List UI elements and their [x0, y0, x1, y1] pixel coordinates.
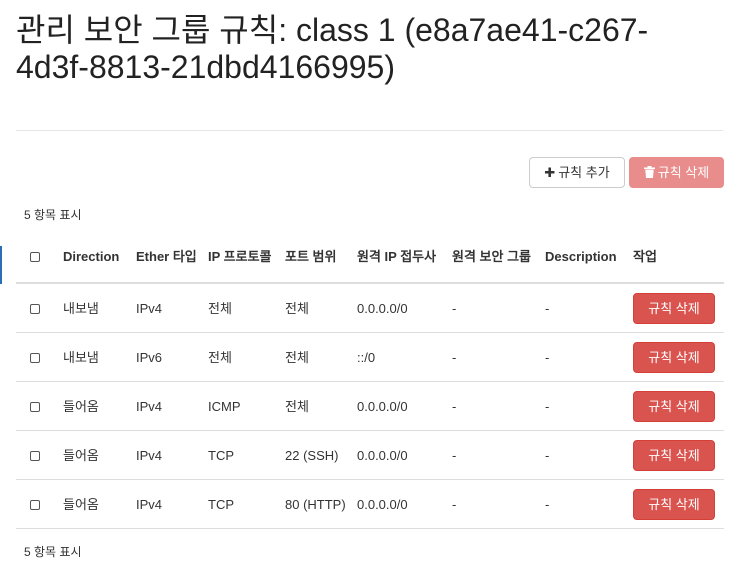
- delete-rules-button[interactable]: 규칙 삭제: [629, 157, 724, 188]
- cell-port-range: 전체: [281, 332, 353, 382]
- cell-actions: 규칙 삭제: [629, 283, 724, 333]
- select-all-cell: [16, 230, 59, 284]
- cell-direction: 내보냄: [59, 332, 132, 382]
- table-row: 내보냄 IPv6 전체 전체 ::/0 - - 규칙 삭제: [16, 332, 724, 382]
- row-checkbox[interactable]: [30, 451, 40, 462]
- cell-port-range: 22 (SSH): [281, 430, 353, 480]
- row-select-cell: [16, 479, 59, 529]
- cell-direction: 들어옴: [59, 430, 132, 480]
- cell-direction: 들어옴: [59, 479, 132, 529]
- table-row: 내보냄 IPv4 전체 전체 0.0.0.0/0 - - 규칙 삭제: [16, 283, 724, 333]
- add-rule-label: 규칙 추가: [558, 165, 610, 180]
- item-count-top: 5 항목 표시: [24, 208, 82, 222]
- cell-direction: 내보냄: [59, 283, 132, 333]
- cell-port-range: 80 (HTTP): [281, 479, 353, 529]
- header-port-range[interactable]: 포트 범위: [281, 230, 353, 284]
- delete-rule-button[interactable]: 규칙 삭제: [633, 390, 715, 422]
- select-all-checkbox[interactable]: [30, 252, 40, 263]
- rules-table: Direction Ether 타입 IP 프로토콜 포트 범위 원격 IP 접…: [16, 230, 724, 529]
- cell-remote-security-group: -: [448, 430, 541, 480]
- cell-ip-protocol: 전체: [204, 283, 281, 333]
- delete-rule-button[interactable]: 규칙 삭제: [633, 439, 715, 471]
- cell-remote-security-group: -: [448, 283, 541, 333]
- cell-ether-type: IPv6: [132, 332, 204, 382]
- row-checkbox[interactable]: [30, 500, 40, 511]
- cell-direction: 들어옴: [59, 381, 132, 431]
- cell-description: -: [541, 479, 629, 529]
- header-remote-security-group[interactable]: 원격 보안 그룹: [448, 230, 541, 284]
- plus-icon: ✚: [544, 165, 556, 180]
- trash-icon: [643, 166, 655, 179]
- add-rule-button[interactable]: ✚ 규칙 추가: [529, 157, 625, 188]
- header-description[interactable]: Description: [541, 230, 629, 284]
- row-checkbox[interactable]: [30, 304, 40, 315]
- cell-description: -: [541, 283, 629, 333]
- table-row: 들어옴 IPv4 TCP 80 (HTTP) 0.0.0.0/0 - - 규칙 …: [16, 479, 724, 529]
- delete-rule-button[interactable]: 규칙 삭제: [633, 341, 715, 373]
- cell-port-range: 전체: [281, 283, 353, 333]
- cell-actions: 규칙 삭제: [629, 430, 724, 480]
- header-direction[interactable]: Direction: [59, 230, 132, 284]
- cell-remote-ip-prefix: 0.0.0.0/0: [353, 283, 448, 333]
- title-divider: [16, 130, 723, 131]
- cell-remote-ip-prefix: ::/0: [353, 332, 448, 382]
- cell-actions: 규칙 삭제: [629, 479, 724, 529]
- row-select-cell: [16, 283, 59, 333]
- cell-ether-type: IPv4: [132, 283, 204, 333]
- cell-description: -: [541, 332, 629, 382]
- cell-ether-type: IPv4: [132, 381, 204, 431]
- table-header-row: Direction Ether 타입 IP 프로토콜 포트 범위 원격 IP 접…: [16, 230, 724, 284]
- cell-ip-protocol: TCP: [204, 430, 281, 480]
- header-ip-protocol[interactable]: IP 프로토콜: [204, 230, 281, 284]
- cell-actions: 규칙 삭제: [629, 381, 724, 431]
- cell-description: -: [541, 430, 629, 480]
- header-ether-type[interactable]: Ether 타입: [132, 230, 204, 284]
- table-row: 들어옴 IPv4 ICMP 전체 0.0.0.0/0 - - 규칙 삭제: [16, 381, 724, 431]
- cell-ip-protocol: ICMP: [204, 381, 281, 431]
- cell-actions: 규칙 삭제: [629, 332, 724, 382]
- table-row: 들어옴 IPv4 TCP 22 (SSH) 0.0.0.0/0 - - 규칙 삭…: [16, 430, 724, 480]
- row-checkbox[interactable]: [30, 402, 40, 413]
- cell-ether-type: IPv4: [132, 479, 204, 529]
- left-accent-bar: [0, 246, 2, 284]
- cell-remote-ip-prefix: 0.0.0.0/0: [353, 479, 448, 529]
- cell-port-range: 전체: [281, 381, 353, 431]
- cell-remote-ip-prefix: 0.0.0.0/0: [353, 381, 448, 431]
- page-title: 관리 보안 그룹 규칙: class 1 (e8a7ae41-c267-4d3f…: [16, 12, 649, 85]
- cell-ip-protocol: 전체: [204, 332, 281, 382]
- cell-ether-type: IPv4: [132, 430, 204, 480]
- row-select-cell: [16, 430, 59, 480]
- cell-ip-protocol: TCP: [204, 479, 281, 529]
- delete-rule-button[interactable]: 규칙 삭제: [633, 488, 715, 520]
- cell-remote-security-group: -: [448, 332, 541, 382]
- delete-rules-label: 규칙 삭제: [657, 165, 710, 180]
- cell-description: -: [541, 381, 629, 431]
- cell-remote-security-group: -: [448, 479, 541, 529]
- delete-rule-button[interactable]: 규칙 삭제: [633, 292, 715, 324]
- header-remote-ip-prefix[interactable]: 원격 IP 접두사: [353, 230, 448, 284]
- cell-remote-security-group: -: [448, 381, 541, 431]
- row-checkbox[interactable]: [30, 353, 40, 364]
- cell-remote-ip-prefix: 0.0.0.0/0: [353, 430, 448, 480]
- item-count-bottom: 5 항목 표시: [24, 545, 82, 559]
- row-select-cell: [16, 381, 59, 431]
- header-actions: 작업: [629, 230, 724, 284]
- row-select-cell: [16, 332, 59, 382]
